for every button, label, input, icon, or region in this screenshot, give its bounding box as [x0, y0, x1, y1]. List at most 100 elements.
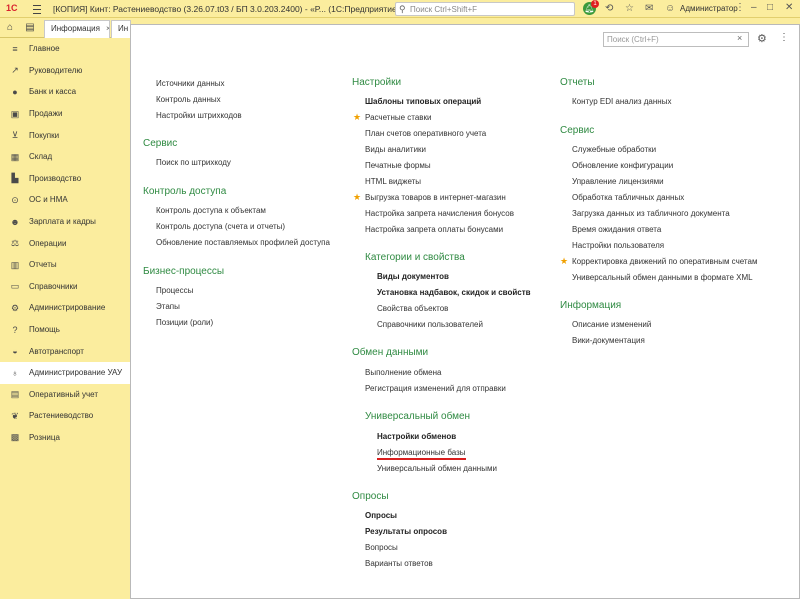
- link-html-widgets[interactable]: HTML виджеты: [365, 177, 421, 186]
- link-analytics-types[interactable]: Виды аналитики: [365, 145, 426, 154]
- sidebar-item-crop-production[interactable]: ❦ Растениеводство: [0, 405, 130, 427]
- command-panel-icon[interactable]: ▤: [22, 20, 38, 36]
- sidebar-item-help[interactable]: ? Помощь: [0, 319, 130, 341]
- link-xml-exchange[interactable]: Универсальный обмен данными в формате XM…: [572, 273, 753, 282]
- user-name[interactable]: Администратор: [680, 4, 738, 13]
- link-information-bases[interactable]: Информационные базы: [377, 448, 466, 460]
- bulb-icon: ♁: [11, 367, 19, 378]
- user-icon[interactable]: ☺: [665, 3, 675, 14]
- favorite-star-icon[interactable]: ★: [353, 192, 361, 203]
- link-service-tools[interactable]: Служебные обработки: [572, 145, 656, 154]
- link-answer-options[interactable]: Варианты ответов: [365, 559, 433, 568]
- sidebar-item-administration[interactable]: ⚙ Администрирование: [0, 297, 130, 319]
- link-bonus-accrual-ban[interactable]: Настройка запрета начисления бонусов: [365, 209, 514, 218]
- sidebar-item-payroll[interactable]: ☻ Зарплата и кадры: [0, 211, 130, 233]
- sidebar-item-sales[interactable]: ▣ Продажи: [0, 103, 130, 125]
- title-bar: 1С [КОПИЯ] Кинт: Растениеводство (3.26.0…: [0, 0, 800, 18]
- main-panel: Поиск (Ctrl+F) × ⚙ ⋮ Источники данных Ко…: [130, 24, 800, 599]
- sidebar-item-purchases[interactable]: ⊻ Покупки: [0, 124, 130, 146]
- favorite-star-icon[interactable]: ★: [560, 256, 568, 267]
- sidebar-item-label: Покупки: [29, 130, 60, 140]
- book-icon: ▭: [10, 281, 20, 292]
- more-actions-icon[interactable]: ⋮: [779, 32, 789, 43]
- tab-close-icon[interactable]: ×: [106, 24, 109, 33]
- clear-search-icon[interactable]: ×: [737, 33, 742, 43]
- link-bonus-payment-ban[interactable]: Настройка запрета оплаты бонусами: [365, 225, 503, 234]
- sidebar-item-operations[interactable]: ⚖ Операции: [0, 232, 130, 254]
- sidebar-item-production[interactable]: ▙ Производство: [0, 168, 130, 190]
- link-movement-correction[interactable]: Корректировка движений по оперативным сч…: [572, 257, 757, 266]
- link-rates[interactable]: Расчетные ставки: [365, 113, 432, 122]
- mail-icon[interactable]: ✉: [645, 3, 653, 14]
- link-update-configuration[interactable]: Обновление конфигурации: [572, 161, 673, 170]
- sidebar-item-label: Операции: [29, 238, 67, 248]
- link-stages[interactable]: Этапы: [156, 302, 180, 311]
- sidebar-item-manager[interactable]: ↗ Руководителю: [0, 60, 130, 82]
- sidebar-item-fixed-assets[interactable]: ⊙ ОС и НМА: [0, 189, 130, 211]
- tab-information-2[interactable]: Ин: [111, 20, 131, 38]
- sidebar-item-main[interactable]: ≡ Главное: [0, 38, 130, 60]
- main-menu-button[interactable]: [30, 2, 44, 16]
- panel-search-input[interactable]: Поиск (Ctrl+F): [603, 32, 749, 47]
- link-table-data-processing[interactable]: Обработка табличных данных: [572, 193, 684, 202]
- link-response-timeout[interactable]: Время ожидания ответа: [572, 225, 661, 234]
- sidebar-item-label: Продажи: [29, 109, 63, 119]
- global-search-placeholder: Поиск Ctrl+Shift+F: [410, 5, 478, 14]
- link-user-settings[interactable]: Настройки пользователя: [572, 241, 664, 250]
- link-access-accounts[interactable]: Контроль доступа (счета и отчеты): [156, 222, 285, 231]
- sidebar-item-operational-accounting[interactable]: ▤ Оперативный учет: [0, 384, 130, 406]
- link-license-management[interactable]: Управление лицензиями: [572, 177, 664, 186]
- sidebar-item-administration-uau[interactable]: ♁ Администрирование УАУ: [0, 361, 130, 384]
- more-menu-icon[interactable]: ⋮: [735, 2, 745, 13]
- chart-icon: ▥: [10, 259, 20, 270]
- link-print-forms[interactable]: Печатные формы: [365, 161, 431, 170]
- link-update-profiles[interactable]: Обновление поставляемых профилей доступа: [156, 238, 330, 247]
- link-change-log[interactable]: Описание изменений: [572, 320, 651, 329]
- sidebar-item-label: Банк и касса: [29, 87, 77, 97]
- link-run-exchange[interactable]: Выполнение обмена: [365, 368, 441, 377]
- sidebar-item-label: Зарплата и кадры: [29, 217, 96, 227]
- global-search-input[interactable]: ⚲ Поиск Ctrl+Shift+F: [395, 2, 575, 16]
- tab-information[interactable]: Информация ×: [44, 20, 110, 38]
- link-access-objects[interactable]: Контроль доступа к объектам: [156, 206, 266, 215]
- sidebar-item-autotransport[interactable]: ◒ Автотранспорт: [0, 340, 130, 362]
- sidebar-item-label: Оперативный учет: [29, 389, 98, 399]
- link-chart-of-accounts[interactable]: План счетов оперативного учета: [365, 129, 486, 138]
- link-poll-results[interactable]: Результаты опросов: [365, 527, 447, 536]
- link-barcode-settings[interactable]: Настройки штрихкодов: [156, 111, 242, 120]
- history-icon[interactable]: ⟲: [605, 3, 613, 14]
- link-export-goods[interactable]: Выгрузка товаров в интернет-магазин: [365, 193, 506, 202]
- link-exchange-settings[interactable]: Настройки обменов: [377, 432, 456, 441]
- settings-gear-icon[interactable]: ⚙: [757, 32, 767, 45]
- link-wiki[interactable]: Вики-документация: [572, 336, 645, 345]
- link-document-types[interactable]: Виды документов: [377, 272, 449, 281]
- sidebar-item-warehouse[interactable]: ▦ Склад: [0, 146, 130, 168]
- section-title-categories: Категории и свойства: [365, 252, 465, 263]
- close-icon[interactable]: ✕: [785, 2, 793, 13]
- people-icon: ☻: [10, 216, 20, 227]
- link-edi-analysis[interactable]: Контур EDI анализ данных: [572, 97, 671, 106]
- link-positions[interactable]: Позиции (роли): [156, 318, 213, 327]
- link-register-changes[interactable]: Регистрация изменений для отправки: [365, 384, 506, 393]
- maximize-icon[interactable]: □: [767, 2, 773, 13]
- sidebar-item-catalogs[interactable]: ▭ Справочники: [0, 276, 130, 298]
- link-universal-data-exchange[interactable]: Универсальный обмен данными: [377, 464, 497, 473]
- link-data-sources[interactable]: Источники данных: [156, 79, 225, 88]
- sidebar-item-reports[interactable]: ▥ Отчеты: [0, 254, 130, 276]
- link-markups-discounts[interactable]: Установка надбавок, скидок и свойств: [377, 288, 531, 297]
- sidebar-item-retail[interactable]: ▩ Розница: [0, 427, 130, 449]
- link-questions[interactable]: Вопросы: [365, 543, 398, 552]
- sidebar-item-bank[interactable]: ● Банк и касса: [0, 81, 130, 103]
- favorites-star-icon[interactable]: ☆: [625, 3, 634, 14]
- link-data-control[interactable]: Контроль данных: [156, 95, 221, 104]
- minimize-icon[interactable]: –: [751, 2, 757, 13]
- link-barcode-search[interactable]: Поиск по штрихкоду: [156, 158, 231, 167]
- link-load-from-table[interactable]: Загрузка данных из табличного документа: [572, 209, 730, 218]
- favorite-star-icon[interactable]: ★: [353, 112, 361, 123]
- link-polls[interactable]: Опросы: [365, 511, 397, 520]
- link-object-properties[interactable]: Свойства объектов: [377, 304, 448, 313]
- link-operation-templates[interactable]: Шаблоны типовых операций: [365, 97, 481, 106]
- link-processes[interactable]: Процессы: [156, 286, 193, 295]
- home-icon[interactable]: ⌂: [2, 20, 18, 36]
- link-user-catalogs[interactable]: Справочники пользователей: [377, 320, 483, 329]
